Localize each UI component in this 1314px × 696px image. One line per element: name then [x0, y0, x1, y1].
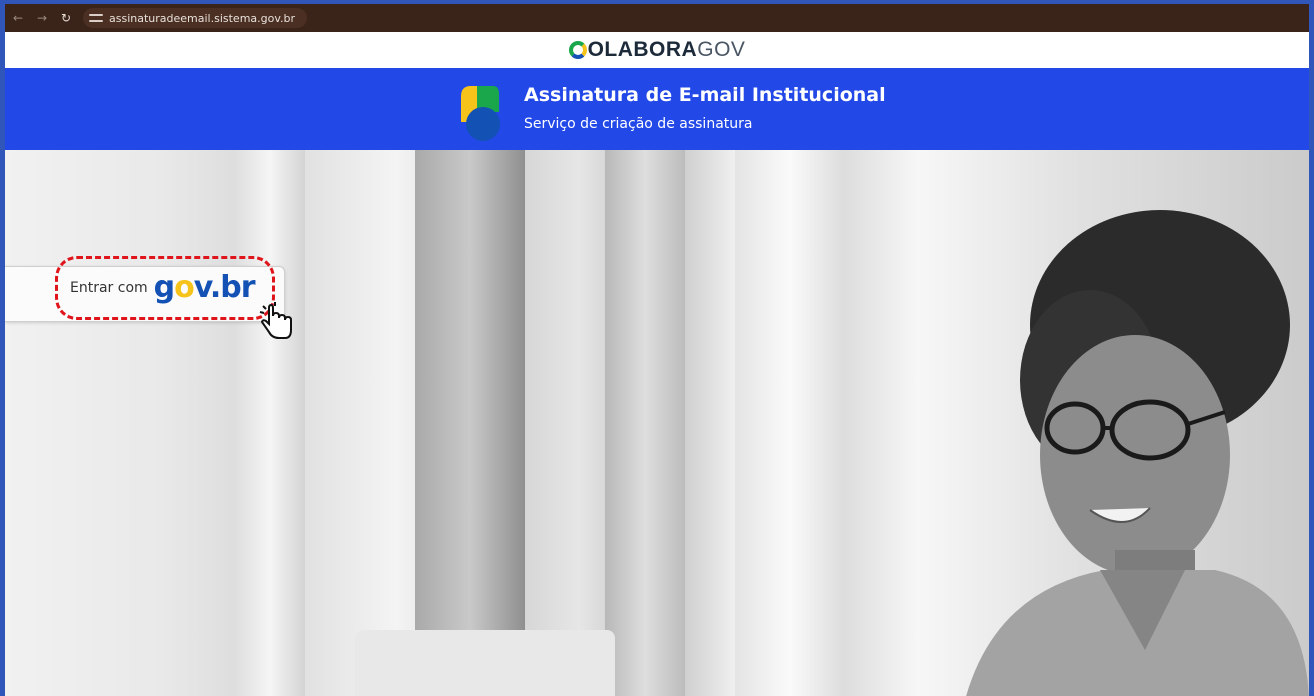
page-title: Assinatura de E-mail Institucional [524, 84, 886, 106]
background-column [735, 150, 845, 696]
background-column [605, 150, 685, 696]
background-column [415, 150, 525, 696]
colabora-c-icon [568, 41, 587, 59]
app-frame: ← → ↻ assinaturadeemail.sistema.gov.br O… [5, 4, 1309, 696]
page-subtitle: Serviço de criação de assinatura [524, 116, 753, 132]
service-banner: Assinatura de E-mail Institucional Servi… [5, 68, 1309, 150]
gov-br-login-button[interactable]: Entrar com gov.br [55, 256, 275, 320]
site-settings-icon[interactable] [89, 12, 103, 24]
laptop [355, 630, 615, 696]
hero-photo [5, 150, 1309, 696]
colabora-logo[interactable]: OLABORA GOV [568, 38, 746, 62]
browser-toolbar: ← → ↻ assinaturadeemail.sistema.gov.br [5, 4, 1309, 32]
pointer-hand-icon [259, 302, 292, 339]
govbr-logo: gov.br [153, 270, 256, 305]
person-photo [966, 210, 1309, 696]
gov-logo-icon [461, 86, 500, 141]
forward-icon[interactable]: → [35, 11, 49, 25]
background-column [235, 150, 305, 696]
reload-icon[interactable]: ↻ [59, 11, 73, 25]
login-label: Entrar com [70, 280, 148, 296]
url-text[interactable]: assinaturadeemail.sistema.gov.br [109, 12, 295, 25]
colabora-logo-thin: GOV [697, 38, 746, 61]
address-bar[interactable]: assinaturadeemail.sistema.gov.br [83, 8, 308, 28]
colabora-header: OLABORA GOV [5, 32, 1309, 68]
back-icon[interactable]: ← [11, 11, 25, 25]
colabora-logo-bold: OLABORA [587, 38, 698, 61]
